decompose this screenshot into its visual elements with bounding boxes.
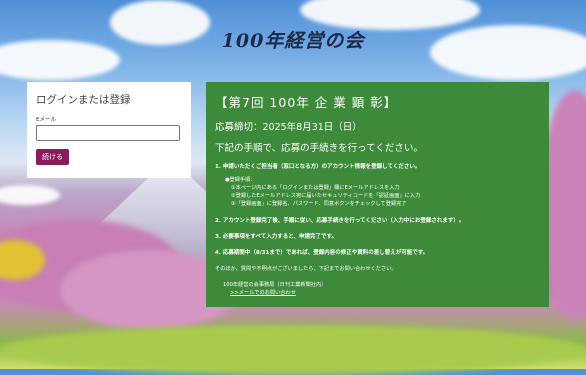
registration-steps: ●登録手順： ①本ページ内にある「ログインまたは登録」欄にEメールアドレスを入力… <box>225 176 540 208</box>
step-3: 3. 必要事項をすべて入力すると、申請完了です。 <box>215 234 337 240</box>
step-2: 2. アカウント登録完了後、手順に従い、応募手続きを行ってください（入力中にお登… <box>215 218 465 224</box>
award-info-panel: 【第7回 100年 企 業 顕 彰】 応募締切：2025年8月31日（日） 下記… <box>206 82 549 307</box>
award-title: 【第7回 100年 企 業 顕 彰】 <box>215 95 398 110</box>
login-title: ログインまたは登録 <box>36 94 131 106</box>
email-field[interactable] <box>36 125 180 141</box>
continue-button[interactable]: 続ける <box>36 149 69 165</box>
step-1: 1. 申請いただくご担当者（窓口となる方）のアカウント情報を登録してください。 <box>215 164 421 170</box>
registration-item: ③「登録画面」に登録名、パスワード、同意ボタンをチェックして登録完了 <box>231 201 407 207</box>
email-label: Eメール <box>36 117 56 123</box>
registration-item: ②登録したEメールアドレス宛に届いたセキュリティコードを「認証画面」に入力 <box>231 193 421 199</box>
login-panel: ログインまたは登録 Eメール 続ける <box>27 82 191 178</box>
site-title: 100年経営の会 <box>221 30 365 52</box>
contact-note: そのほか、質問や不明点がございましたら、下記までお問い合わせください。 <box>215 266 397 272</box>
registration-heading: ●登録手順： <box>225 177 256 183</box>
email-contact-link[interactable]: >>メールでのお問い合わせ <box>223 289 540 297</box>
intro-text: 下記の手順で、応募の手続きを行ってください。 <box>215 143 423 154</box>
deadline-text: 応募締切：2025年8月31日（日） <box>215 122 362 133</box>
office-block: 100年経営の会事務局（日刊工業新聞社内） >>メールでのお問い合わせ <box>223 281 540 297</box>
registration-item: ①本ページ内にある「ログインまたは登録」欄にEメールアドレスを入力 <box>231 185 400 191</box>
step-4: 4. 応募期間中（8/31まで）であれば、登録内容の修正や資料の差し替えが可能で… <box>215 250 429 256</box>
office-name: 100年経営の会事務局（日刊工業新聞社内） <box>223 282 327 288</box>
